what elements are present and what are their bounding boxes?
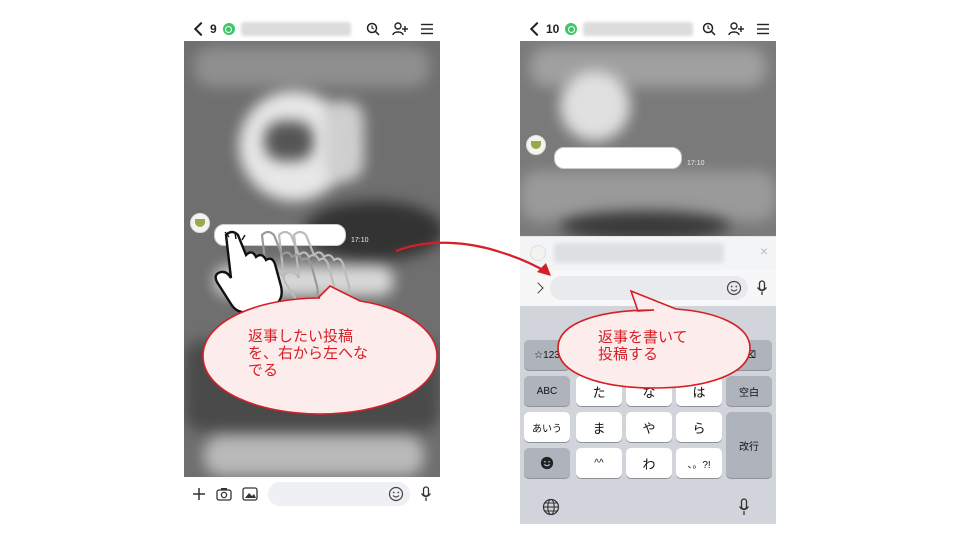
search-icon[interactable] (702, 22, 716, 36)
emoji-icon (540, 456, 554, 470)
callout-left-text: 返事したい投稿 を、右から左へな でる (248, 328, 369, 379)
key-enter[interactable]: 改行 (726, 412, 772, 478)
chat-header-right: 10 (526, 16, 776, 42)
smile-icon[interactable] (726, 280, 742, 296)
menu-icon[interactable] (756, 23, 770, 35)
globe-icon[interactable] (542, 498, 560, 516)
chat-title-blurred (583, 22, 694, 36)
add-friend-icon[interactable] (728, 22, 744, 36)
flow-arrow (395, 241, 551, 276)
callout-right-text: 返事を書いて 投稿する (598, 329, 688, 363)
close-reply-icon[interactable]: × (760, 243, 768, 259)
reply-avatar (530, 245, 546, 261)
chat-title-blurred (240, 22, 351, 36)
group-icon (565, 23, 578, 35)
image-icon[interactable] (242, 487, 258, 501)
menu-icon[interactable] (420, 23, 434, 35)
dictation-mic-icon[interactable] (738, 498, 750, 516)
plus-icon[interactable] (192, 487, 206, 501)
key-wa[interactable]: わ (626, 448, 672, 478)
tutorial-slide: 9 17:10 10 17:10 × ☆123 ABC た な は 空白 あいう… (0, 0, 960, 540)
key-punctuation[interactable]: 、。?! (676, 448, 722, 478)
reply-quoted-text-blurred (554, 243, 724, 263)
sender-avatar[interactable] (526, 135, 546, 155)
unread-count[interactable]: 9 (210, 22, 217, 36)
key-emoji[interactable] (524, 448, 570, 478)
callout-right: 返事を書いて 投稿する (556, 289, 752, 390)
message-input-field[interactable] (268, 482, 410, 506)
unread-count[interactable]: 10 (546, 22, 559, 36)
mic-icon[interactable] (756, 280, 768, 296)
mic-icon[interactable] (420, 486, 432, 502)
expand-chevron-icon[interactable] (532, 282, 544, 294)
camera-icon[interactable] (216, 487, 232, 501)
group-icon (222, 23, 235, 35)
smile-icon[interactable] (388, 486, 404, 502)
message-time: 17:10 (687, 160, 705, 167)
add-friend-icon[interactable] (392, 22, 408, 36)
reply-input-field[interactable] (550, 276, 748, 300)
reply-preview: × (520, 236, 776, 270)
key-kaomoji[interactable]: ^^ (576, 448, 622, 478)
message-input-bar-left (184, 477, 440, 511)
key-kana-toggle[interactable]: あいう (524, 412, 570, 442)
key-ma[interactable]: ま (576, 412, 622, 442)
back-chevron-icon[interactable] (529, 21, 545, 37)
chat-area-right: 17:10 (520, 41, 776, 236)
key-ya[interactable]: や (626, 412, 672, 442)
search-icon[interactable] (366, 22, 380, 36)
callout-left: 返事したい投稿 を、右から左へな でる (200, 285, 440, 416)
back-chevron-icon[interactable] (193, 21, 209, 37)
chat-header-left: 9 (190, 16, 440, 42)
key-ra[interactable]: ら (676, 412, 722, 442)
selected-message-bubble[interactable] (554, 147, 682, 169)
